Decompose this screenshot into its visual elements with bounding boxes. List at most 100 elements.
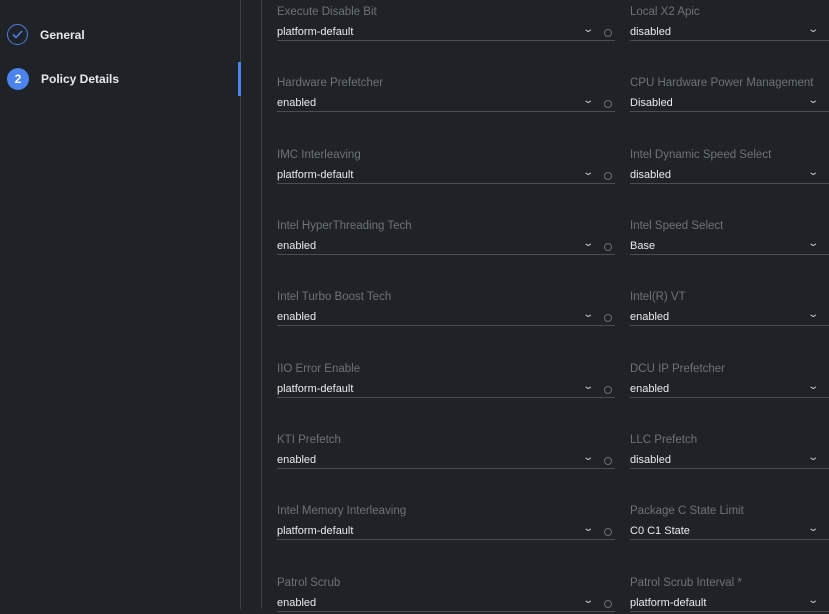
info-icon[interactable] xyxy=(604,172,612,180)
chevron-down-icon[interactable]: ⌄ xyxy=(807,309,819,320)
chevron-down-icon[interactable]: ⌄ xyxy=(582,381,594,392)
field-underline xyxy=(630,183,829,184)
info-icon[interactable] xyxy=(604,457,612,465)
dropdown-field[interactable]: CPU Hardware Power Management Disabled ⌄ xyxy=(630,74,829,114)
field-value[interactable]: disabled xyxy=(630,454,671,466)
dropdown-field[interactable]: KTI Prefetch enabled ⌄ xyxy=(277,431,615,471)
field-underline xyxy=(630,611,829,612)
dropdown-field[interactable]: Intel Memory Interleaving platform-defau… xyxy=(277,502,615,542)
step-policy-details[interactable]: 2 Policy Details xyxy=(7,68,119,90)
field-underline xyxy=(277,539,615,540)
field-underline xyxy=(277,611,615,612)
info-icon[interactable] xyxy=(604,314,612,322)
chevron-down-icon[interactable]: ⌄ xyxy=(582,167,594,178)
field-value[interactable]: enabled xyxy=(630,311,669,323)
chevron-down-icon[interactable]: ⌄ xyxy=(582,595,594,606)
step-number-badge: 2 xyxy=(7,68,29,90)
field-label: Intel Turbo Boost Tech xyxy=(277,291,392,303)
field-label: Execute Disable Bit xyxy=(277,6,377,18)
dropdown-field[interactable]: Package C State Limit C0 C1 State ⌄ xyxy=(630,502,829,542)
field-underline xyxy=(277,254,615,255)
field-label: Patrol Scrub xyxy=(277,577,341,589)
field-underline xyxy=(277,111,615,112)
chevron-down-icon[interactable]: ⌄ xyxy=(582,523,594,534)
info-icon[interactable] xyxy=(604,528,612,536)
chevron-down-icon[interactable]: ⌄ xyxy=(582,238,594,249)
field-value[interactable]: C0 C1 State xyxy=(630,525,690,537)
step-general[interactable]: General xyxy=(7,24,85,45)
dropdown-field[interactable]: Intel(R) VT enabled ⌄ xyxy=(630,288,829,328)
field-label: Patrol Scrub Interval * xyxy=(630,577,742,589)
dropdown-field[interactable]: IIO Error Enable platform-default ⌄ xyxy=(277,360,615,400)
field-value[interactable]: disabled xyxy=(630,26,671,38)
field-label: Intel Memory Interleaving xyxy=(277,505,407,517)
check-icon xyxy=(7,24,28,45)
chevron-down-icon[interactable]: ⌄ xyxy=(807,595,819,606)
field-value[interactable]: platform-default xyxy=(277,525,353,537)
field-underline xyxy=(277,397,615,398)
dropdown-field[interactable]: LLC Prefetch disabled ⌄ xyxy=(630,431,829,471)
field-label: DCU IP Prefetcher xyxy=(630,363,726,375)
dropdown-field[interactable]: Patrol Scrub Interval * platform-default… xyxy=(630,574,829,614)
dropdown-field[interactable]: Intel Speed Select Base ⌄ xyxy=(630,217,829,257)
chevron-down-icon[interactable]: ⌄ xyxy=(582,452,594,463)
field-label: KTI Prefetch xyxy=(277,434,341,446)
field-value[interactable]: enabled xyxy=(277,240,316,252)
field-label: Hardware Prefetcher xyxy=(277,77,384,89)
field-underline xyxy=(277,183,615,184)
field-underline xyxy=(630,40,829,41)
field-value[interactable]: enabled xyxy=(277,597,316,609)
field-value[interactable]: enabled xyxy=(277,454,316,466)
dropdown-field[interactable]: IMC Interleaving platform-default ⌄ xyxy=(277,146,615,186)
field-label: Package C State Limit xyxy=(630,505,744,517)
field-value[interactable]: platform-default xyxy=(277,169,353,181)
dropdown-field[interactable]: Execute Disable Bit platform-default ⌄ xyxy=(277,3,615,43)
field-underline xyxy=(630,539,829,540)
info-icon[interactable] xyxy=(604,100,612,108)
field-underline xyxy=(277,468,615,469)
field-value[interactable]: enabled xyxy=(630,383,669,395)
chevron-down-icon[interactable]: ⌄ xyxy=(807,523,819,534)
info-icon[interactable] xyxy=(604,29,612,37)
chevron-down-icon[interactable]: ⌄ xyxy=(807,238,819,249)
field-underline xyxy=(630,254,829,255)
field-label: Intel Speed Select xyxy=(630,220,724,232)
field-label: Intel HyperThreading Tech xyxy=(277,220,412,232)
field-value[interactable]: Disabled xyxy=(630,97,673,109)
dropdown-field[interactable]: Local X2 Apic disabled ⌄ xyxy=(630,3,829,43)
field-label: Local X2 Apic xyxy=(630,6,700,18)
field-value[interactable]: enabled xyxy=(277,97,316,109)
field-underline xyxy=(630,111,829,112)
field-value[interactable]: enabled xyxy=(277,311,316,323)
field-label: IMC Interleaving xyxy=(277,149,361,161)
chevron-down-icon[interactable]: ⌄ xyxy=(807,95,819,106)
field-label: CPU Hardware Power Management xyxy=(630,77,814,89)
dropdown-field[interactable]: DCU IP Prefetcher enabled ⌄ xyxy=(630,360,829,400)
field-value[interactable]: platform-default xyxy=(277,26,353,38)
chevron-down-icon[interactable]: ⌄ xyxy=(807,167,819,178)
dropdown-field[interactable]: Hardware Prefetcher enabled ⌄ xyxy=(277,74,615,114)
field-label: LLC Prefetch xyxy=(630,434,698,446)
field-underline xyxy=(630,325,829,326)
active-step-indicator xyxy=(238,62,241,96)
info-icon[interactable] xyxy=(604,600,612,608)
step-label: Policy Details xyxy=(41,72,120,86)
chevron-down-icon[interactable]: ⌄ xyxy=(807,24,819,35)
field-underline xyxy=(630,468,829,469)
field-value[interactable]: platform-default xyxy=(630,597,706,609)
dropdown-field[interactable]: Patrol Scrub enabled ⌄ xyxy=(277,574,615,614)
chevron-down-icon[interactable]: ⌄ xyxy=(582,95,594,106)
chevron-down-icon[interactable]: ⌄ xyxy=(807,381,819,392)
info-icon[interactable] xyxy=(604,386,612,394)
chevron-down-icon[interactable]: ⌄ xyxy=(582,24,594,35)
chevron-down-icon[interactable]: ⌄ xyxy=(582,309,594,320)
field-value[interactable]: platform-default xyxy=(277,383,353,395)
field-value[interactable]: disabled xyxy=(630,169,671,181)
wizard-sidebar: General 2 Policy Details xyxy=(0,0,241,609)
field-value[interactable]: Base xyxy=(630,240,655,252)
info-icon[interactable] xyxy=(604,243,612,251)
dropdown-field[interactable]: Intel HyperThreading Tech enabled ⌄ xyxy=(277,217,615,257)
dropdown-field[interactable]: Intel Dynamic Speed Select disabled ⌄ xyxy=(630,146,829,186)
chevron-down-icon[interactable]: ⌄ xyxy=(807,452,819,463)
dropdown-field[interactable]: Intel Turbo Boost Tech enabled ⌄ xyxy=(277,288,615,328)
